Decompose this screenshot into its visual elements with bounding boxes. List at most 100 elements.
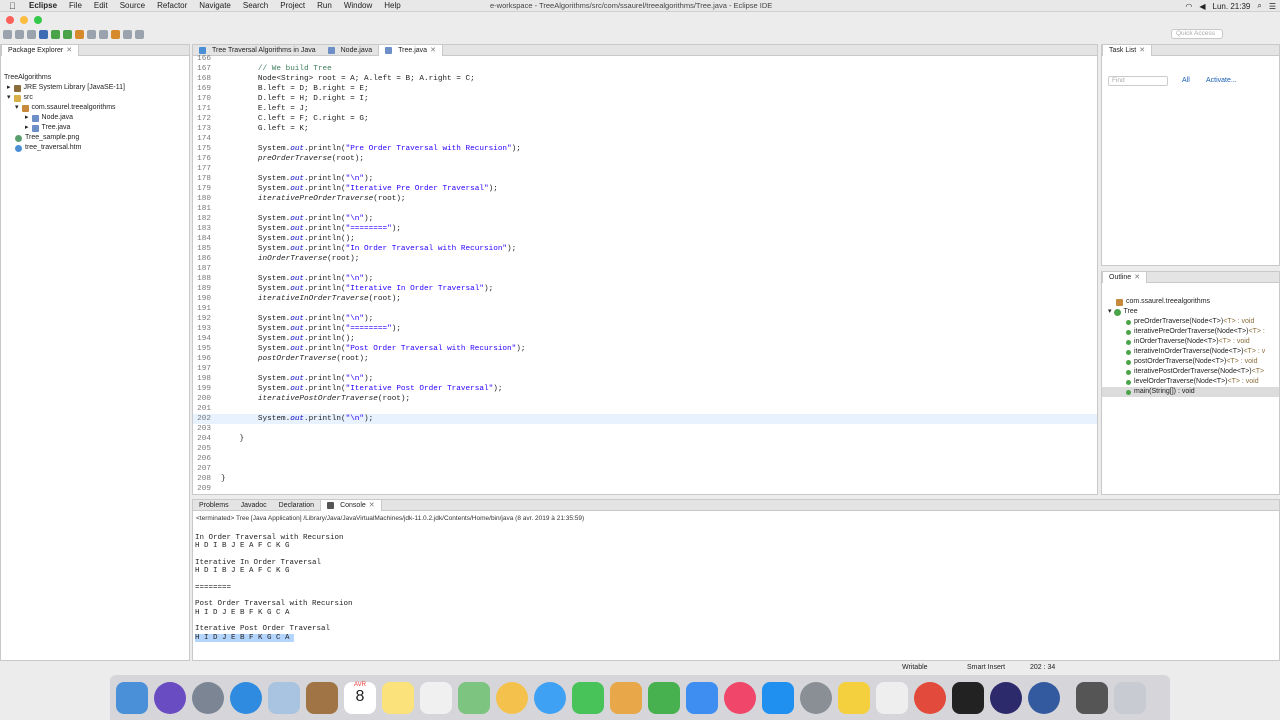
- menu-project[interactable]: Project: [274, 1, 311, 10]
- contacts-icon[interactable]: [306, 681, 338, 714]
- downloads-stack-icon[interactable]: [1076, 681, 1108, 714]
- outline-class[interactable]: ▾ Tree: [1102, 307, 1279, 317]
- close-icon[interactable]: ✕: [1134, 272, 1140, 283]
- search-toolbar-icon[interactable]: [99, 29, 108, 39]
- code-line[interactable]: 183 System.out.println("========");: [193, 224, 1097, 234]
- notification-icon[interactable]: ☰: [1269, 2, 1276, 11]
- code-line[interactable]: 170 D.left = H; D.right = I;: [193, 94, 1097, 104]
- code-line[interactable]: 168 Node<String> root = A; A.left = B; A…: [193, 74, 1097, 84]
- tree-item-src[interactable]: ▾ src: [1, 93, 189, 103]
- clock[interactable]: Lun. 21:39: [1213, 2, 1251, 11]
- outline-method[interactable]: main(String[]) : void: [1102, 387, 1279, 397]
- launchpad-icon[interactable]: [192, 681, 224, 714]
- console-output[interactable]: In Order Traversal with Recursion H D I …: [195, 534, 353, 642]
- code-line[interactable]: 179 System.out.println("Iterative Pre Or…: [193, 184, 1097, 194]
- zoom-window-button[interactable]: [34, 16, 42, 24]
- finder-icon[interactable]: [116, 681, 148, 714]
- coverage-icon[interactable]: [63, 29, 72, 39]
- code-line[interactable]: 177: [193, 164, 1097, 174]
- chevron-right-icon[interactable]: ▸: [25, 123, 29, 133]
- code-line[interactable]: 187: [193, 264, 1097, 274]
- outline-method[interactable]: preOrderTraverse(Node<T>) <T> : void: [1102, 317, 1279, 327]
- code-line[interactable]: 206: [193, 454, 1097, 464]
- code-line[interactable]: 178 System.out.println("\n");: [193, 174, 1097, 184]
- code-line[interactable]: 186 inOrderTraverse(root);: [193, 254, 1097, 264]
- save-icon[interactable]: [15, 29, 24, 39]
- quick-access-input[interactable]: Quick Access: [1171, 29, 1223, 39]
- new-class-icon[interactable]: [75, 29, 84, 39]
- code-area[interactable]: 166 167 // We build Tree 168 Node<String> …: [193, 54, 1097, 494]
- minimize-window-button[interactable]: [20, 16, 28, 24]
- code-line[interactable]: 180 iterativePreOrderTraverse(root);: [193, 194, 1097, 204]
- code-line[interactable]: 209: [193, 484, 1097, 494]
- pages-icon[interactable]: [686, 681, 718, 714]
- tab-package-explorer[interactable]: Package Explorer ✕: [1, 44, 80, 56]
- code-line[interactable]: 173 G.left = K;: [193, 124, 1097, 134]
- app-store-icon[interactable]: [762, 681, 794, 714]
- chevron-down-icon[interactable]: ▾: [15, 103, 19, 113]
- facetime-icon[interactable]: [572, 681, 604, 714]
- code-line[interactable]: 193 System.out.println("========");: [193, 324, 1097, 334]
- debug-icon[interactable]: [39, 29, 48, 39]
- chrome-icon[interactable]: [914, 681, 946, 714]
- quicktime-icon[interactable]: [1028, 681, 1060, 714]
- wifi-icon[interactable]: ◠: [1185, 2, 1192, 11]
- menu-window[interactable]: Window: [338, 1, 378, 10]
- code-line[interactable]: 194 System.out.println();: [193, 334, 1097, 344]
- code-line[interactable]: 176 preOrderTraverse(root);: [193, 154, 1097, 164]
- code-line[interactable]: 182 System.out.println("\n");: [193, 214, 1097, 224]
- code-line[interactable]: 204 }: [193, 434, 1097, 444]
- chevron-right-icon[interactable]: ▸: [25, 113, 29, 123]
- code-line[interactable]: 169 B.left = D; B.right = E;: [193, 84, 1097, 94]
- trash-icon[interactable]: [1114, 681, 1146, 714]
- tree-item-package[interactable]: ▾ com.ssaurel.treealgorithms: [1, 103, 189, 113]
- code-line[interactable]: 191: [193, 304, 1097, 314]
- code-line[interactable]: 202 System.out.println("\n");: [193, 414, 1097, 424]
- close-icon[interactable]: ✕: [1139, 45, 1145, 56]
- code-line[interactable]: 171 E.left = J;: [193, 104, 1097, 114]
- siri-icon[interactable]: [154, 681, 186, 714]
- tab-task-list[interactable]: Task List ✕: [1102, 44, 1153, 56]
- code-line[interactable]: 166: [193, 54, 1097, 64]
- chevron-down-icon[interactable]: ▾: [7, 93, 11, 103]
- tree-item-png[interactable]: Tree_sample.png: [1, 133, 189, 143]
- chevron-down-icon[interactable]: ▾: [1108, 307, 1112, 317]
- code-line[interactable]: 190 iterativeInOrderTraverse(root);: [193, 294, 1097, 304]
- outline-package[interactable]: com.ssaurel.treealgorithms: [1102, 297, 1279, 307]
- code-line[interactable]: 197: [193, 364, 1097, 374]
- tree-item-tree-java[interactable]: ▸ Tree.java: [1, 123, 189, 133]
- code-line[interactable]: 167 // We build Tree: [193, 64, 1097, 74]
- code-line[interactable]: 195 System.out.println("Post Order Trave…: [193, 344, 1097, 354]
- code-line[interactable]: 181: [193, 204, 1097, 214]
- reminders-icon[interactable]: [420, 681, 452, 714]
- find-input[interactable]: Find: [1108, 76, 1168, 86]
- tree-item-project[interactable]: TreeAlgorithms: [1, 73, 189, 83]
- code-line[interactable]: 200 iterativePostOrderTraverse(root);: [193, 394, 1097, 404]
- numbers-icon[interactable]: [648, 681, 680, 714]
- code-line[interactable]: 172 C.left = F; C.right = G;: [193, 114, 1097, 124]
- menu-app[interactable]: Eclipse: [23, 1, 63, 10]
- code-line[interactable]: 185 System.out.println("In Order Travers…: [193, 244, 1097, 254]
- tab-declaration[interactable]: Declaration: [273, 500, 320, 511]
- code-line[interactable]: 199 System.out.println("Iterative Post O…: [193, 384, 1097, 394]
- outline-method[interactable]: iterativePreOrderTraverse(Node<T>) <T> :: [1102, 327, 1279, 337]
- chevron-right-icon[interactable]: ▸: [7, 83, 11, 93]
- tree-item-htm[interactable]: tree_traversal.htm: [1, 143, 189, 153]
- code-line[interactable]: 189 System.out.println("Iterative In Ord…: [193, 284, 1097, 294]
- menu-run[interactable]: Run: [311, 1, 338, 10]
- volume-icon[interactable]: ◀: [1199, 2, 1205, 11]
- code-line[interactable]: 203: [193, 424, 1097, 434]
- menu-file[interactable]: File: [63, 1, 88, 10]
- terminal-icon[interactable]: [952, 681, 984, 714]
- itunes-icon[interactable]: [724, 681, 756, 714]
- apple-icon[interactable]: : [9, 1, 23, 11]
- code-line[interactable]: 174: [193, 134, 1097, 144]
- code-line[interactable]: 208}: [193, 474, 1097, 484]
- menu-navigate[interactable]: Navigate: [193, 1, 237, 10]
- search-icon[interactable]: ⌕: [1257, 1, 1261, 11]
- code-line[interactable]: 207: [193, 464, 1097, 474]
- all-link[interactable]: All: [1182, 77, 1190, 84]
- outline-method[interactable]: iterativePostOrderTraverse(Node<T>) <T>: [1102, 367, 1279, 377]
- tree-item-node-java[interactable]: ▸ Node.java: [1, 113, 189, 123]
- outline-method[interactable]: postOrderTraverse(Node<T>) <T> : void: [1102, 357, 1279, 367]
